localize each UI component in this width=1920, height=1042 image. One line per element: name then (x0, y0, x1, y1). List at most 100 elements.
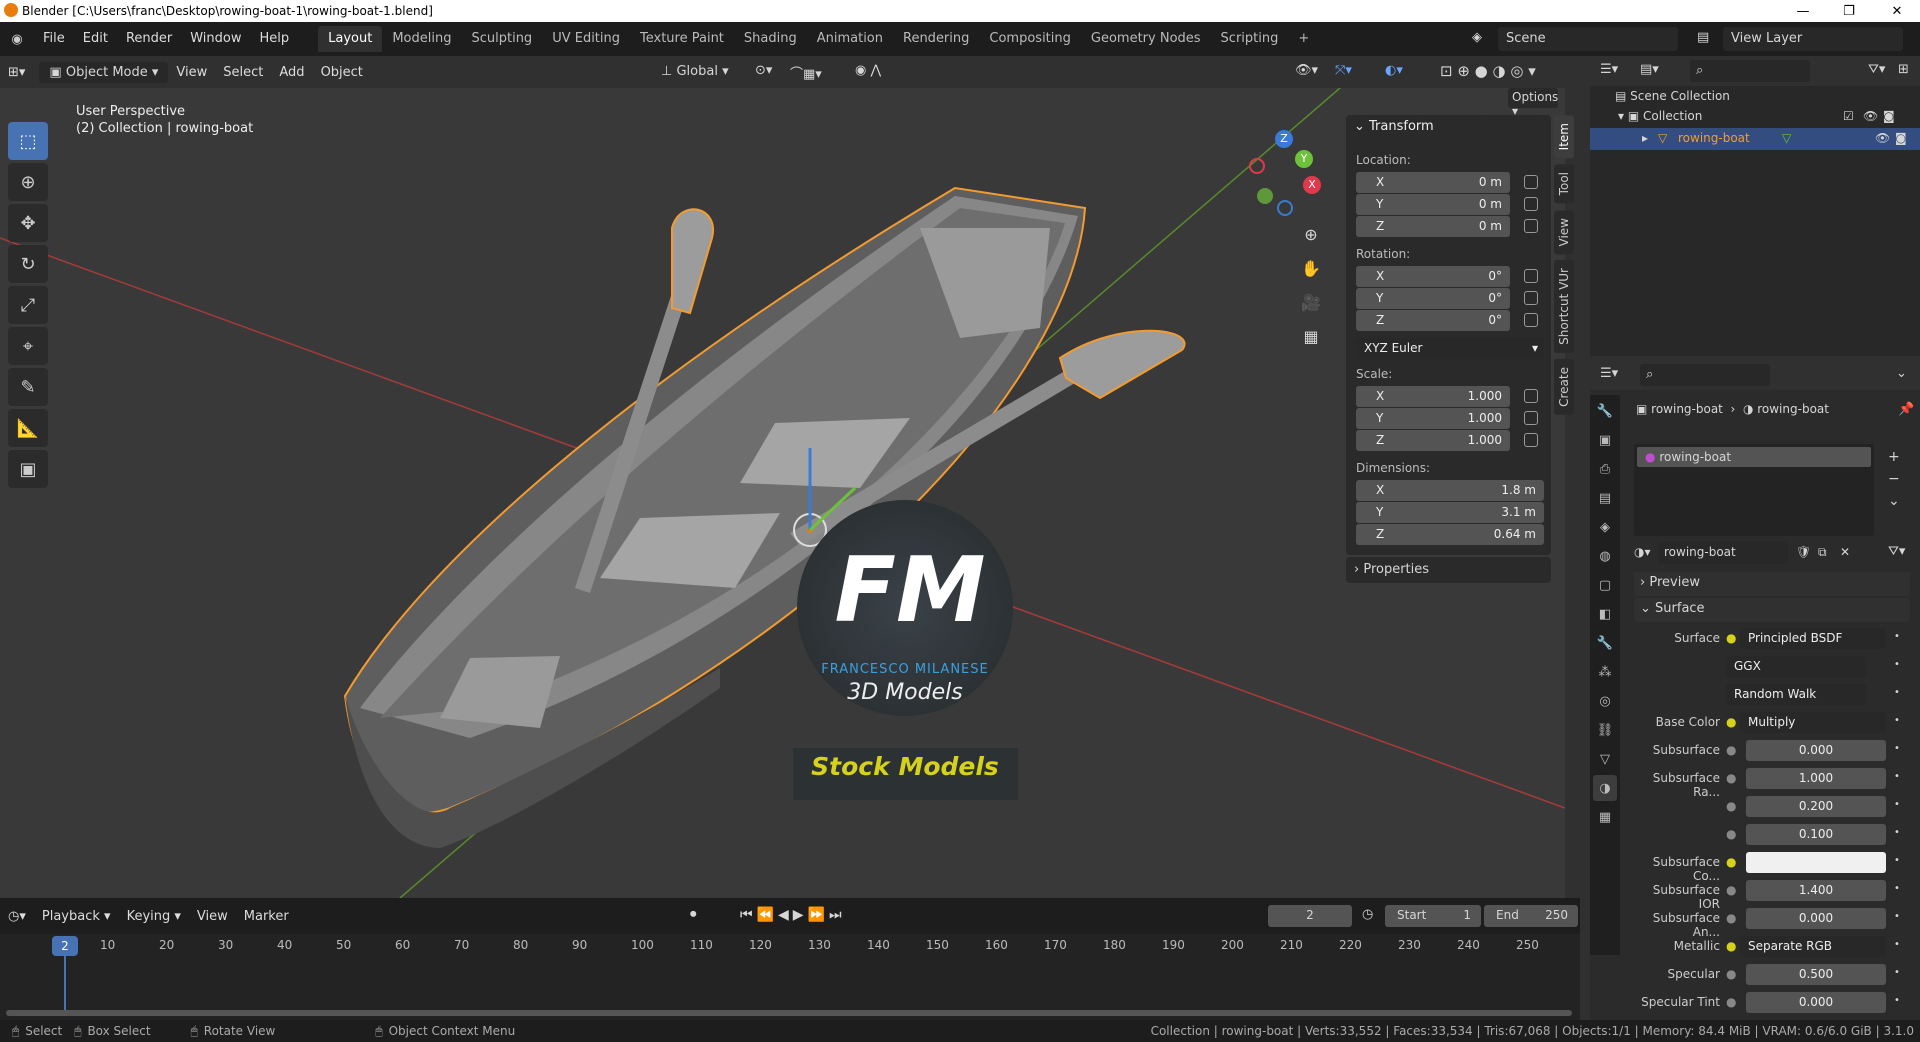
particles-tab-icon[interactable]: ⁂ (1593, 659, 1617, 685)
object-tab-icon[interactable]: ◧ (1593, 601, 1617, 627)
zoom-icon[interactable]: ⊕ (1296, 218, 1326, 252)
tab-shading[interactable]: Shading (734, 26, 807, 52)
socket-icon[interactable]: ● (1726, 771, 1736, 785)
menu-window[interactable]: Window (181, 22, 250, 56)
measure-tool-icon[interactable]: 📐 (8, 409, 48, 447)
tab-item[interactable]: Item (1554, 115, 1574, 159)
eye-icon[interactable]: 👁 (1875, 131, 1890, 145)
current-frame-field[interactable]: 2 (1268, 905, 1352, 927)
pivot-icon[interactable]: ⊙▾ (755, 63, 772, 78)
socket-icon[interactable]: ● (1726, 995, 1736, 1009)
preview-range-icon[interactable]: ◷ (1362, 907, 1373, 922)
new-collection-icon[interactable]: ⊞ (1898, 62, 1909, 77)
constraints-tab-icon[interactable]: ⛓ (1593, 717, 1617, 743)
value-field[interactable]: 0.100 (1746, 824, 1886, 845)
tool-tab-icon[interactable]: 🔧 (1593, 398, 1617, 424)
tab-geometry-nodes[interactable]: Geometry Nodes (1081, 26, 1211, 52)
camera-view-icon[interactable]: 🎥 (1296, 286, 1326, 320)
value-field[interactable]: 0.000 (1746, 740, 1886, 761)
linked-node-field[interactable]: Separate RGB (1740, 936, 1886, 957)
snap-icon[interactable]: ⌒▦▾ (790, 63, 822, 82)
keyframe-icon[interactable]: • (1894, 883, 1900, 894)
tab-layout[interactable]: Layout (318, 26, 383, 52)
add-slot-icon[interactable]: + (1888, 446, 1900, 468)
menu-help[interactable]: Help (251, 22, 299, 56)
scale-x-field[interactable]: X 1.000 (1356, 386, 1510, 407)
keyframe-icon[interactable]: • (1894, 743, 1900, 754)
proportional-icon[interactable]: ◉ ⋀ (855, 63, 881, 78)
navigation-gizmo[interactable]: Z Y X (1235, 128, 1335, 228)
menu-select[interactable]: Select (215, 65, 271, 80)
unlink-icon[interactable]: ✕ (1840, 545, 1850, 559)
move-tool-icon[interactable]: ✥ (8, 204, 48, 242)
gizmo-neg-z[interactable] (1277, 200, 1293, 216)
tab-compositing[interactable]: Compositing (979, 26, 1081, 52)
menu-view[interactable]: View (168, 65, 215, 80)
camera-icon[interactable]: ◙ (1895, 131, 1907, 145)
menu-playback[interactable]: Playback ▾ (34, 909, 119, 924)
outliner-collection[interactable]: ▾ ▣ Collection ☑ 👁 ◙ (1618, 109, 1918, 123)
display-mode-icon[interactable]: ▤▾ (1640, 62, 1659, 77)
blender-menu-icon[interactable]: ◉ (0, 32, 34, 47)
keyframe-icon[interactable]: • (1894, 687, 1900, 698)
outliner-object-row[interactable]: ▸ ▽ rowing-boat ▽ 👁 ◙ (1590, 128, 1920, 150)
rotation-mode-select[interactable]: XYZ Euler ▾ (1356, 338, 1544, 359)
lock-icon[interactable] (1524, 197, 1538, 211)
gizmo-neg-y[interactable] (1257, 188, 1273, 204)
add-workspace-icon[interactable]: + (1288, 26, 1319, 52)
lock-icon[interactable] (1524, 411, 1538, 425)
outliner-editor-icon[interactable]: ☰▾ (1600, 62, 1618, 77)
options-dropdown[interactable]: Options ▾ (1508, 88, 1558, 118)
dimensions-y-field[interactable]: Y 3.1 m (1356, 502, 1544, 523)
socket-icon[interactable]: ● (1726, 743, 1736, 757)
socket-icon[interactable]: ● (1726, 883, 1736, 897)
location-z-field[interactable]: Z 0 m (1356, 216, 1510, 237)
lock-icon[interactable] (1524, 389, 1538, 403)
tab-sculpting[interactable]: Sculpting (461, 26, 542, 52)
close-icon[interactable]: ✕ (1874, 0, 1920, 22)
end-frame-field[interactable]: End 250 (1484, 905, 1578, 927)
keyframe-icon[interactable]: • (1894, 855, 1900, 866)
gizmo-toggle-icon[interactable]: ⤧▾ (1335, 63, 1352, 78)
dropdown-select[interactable]: Random Walk (1726, 684, 1866, 705)
fake-user-icon[interactable]: 🛡 (1796, 545, 1811, 559)
rotation-y-field[interactable]: Y 0° (1356, 288, 1510, 309)
tab-shortcut-vur[interactable]: Shortcut VUr (1554, 260, 1574, 353)
timeline-editor-icon[interactable]: ◷▾ (0, 909, 34, 924)
remove-slot-icon[interactable]: − (1888, 468, 1900, 490)
playhead[interactable]: 2 (52, 936, 78, 956)
location-y-field[interactable]: Y 0 m (1356, 194, 1510, 215)
world-tab-icon[interactable]: ◍ (1593, 543, 1617, 569)
keyframe-icon[interactable]: • (1894, 827, 1900, 838)
socket-icon[interactable]: ● (1726, 715, 1736, 729)
menu-keying[interactable]: Keying ▾ (119, 909, 189, 924)
properties-search[interactable]: ⌕ (1640, 364, 1770, 386)
select-box-tool-icon[interactable]: ⬚ (8, 122, 48, 160)
socket-icon[interactable]: ● (1726, 911, 1736, 925)
scene-field[interactable]: Scene (1498, 27, 1678, 51)
output-tab-icon[interactable]: ⎙ (1593, 456, 1617, 482)
outliner-scene-collection[interactable]: ▤ Scene Collection (1615, 89, 1730, 103)
menu-marker[interactable]: Marker (236, 909, 297, 924)
modifier-tab-icon[interactable]: 🔧 (1593, 630, 1617, 656)
data-tab-icon[interactable]: ▽ (1593, 746, 1617, 772)
start-frame-field[interactable]: Start 1 (1385, 905, 1481, 927)
keyframe-icon[interactable]: • (1894, 771, 1900, 782)
dropdown-select[interactable]: GGX (1726, 656, 1866, 677)
menu-render[interactable]: Render (117, 22, 181, 56)
dimensions-x-field[interactable]: X 1.8 m (1356, 480, 1544, 501)
tab-texture-paint[interactable]: Texture Paint (630, 26, 734, 52)
value-field[interactable]: 1.000 (1746, 768, 1886, 789)
menu-add[interactable]: Add (271, 65, 312, 80)
mode-selector[interactable]: ▣ Object Mode ▾ (39, 61, 169, 83)
properties-panel-header[interactable]: › Properties (1346, 557, 1551, 583)
keyframe-icon[interactable]: • (1894, 967, 1900, 978)
lock-icon[interactable] (1524, 291, 1538, 305)
gizmo-y[interactable]: Y (1295, 150, 1313, 168)
color-swatch[interactable] (1746, 852, 1886, 873)
lock-icon[interactable] (1524, 313, 1538, 327)
3d-viewport[interactable]: User Perspective (2) Collection | rowing… (0, 88, 1565, 898)
overlay-toggle-icon[interactable]: ◐▾ (1385, 63, 1403, 78)
tab-tool[interactable]: Tool (1554, 164, 1574, 204)
texture-tab-icon[interactable]: ▦ (1593, 804, 1617, 830)
